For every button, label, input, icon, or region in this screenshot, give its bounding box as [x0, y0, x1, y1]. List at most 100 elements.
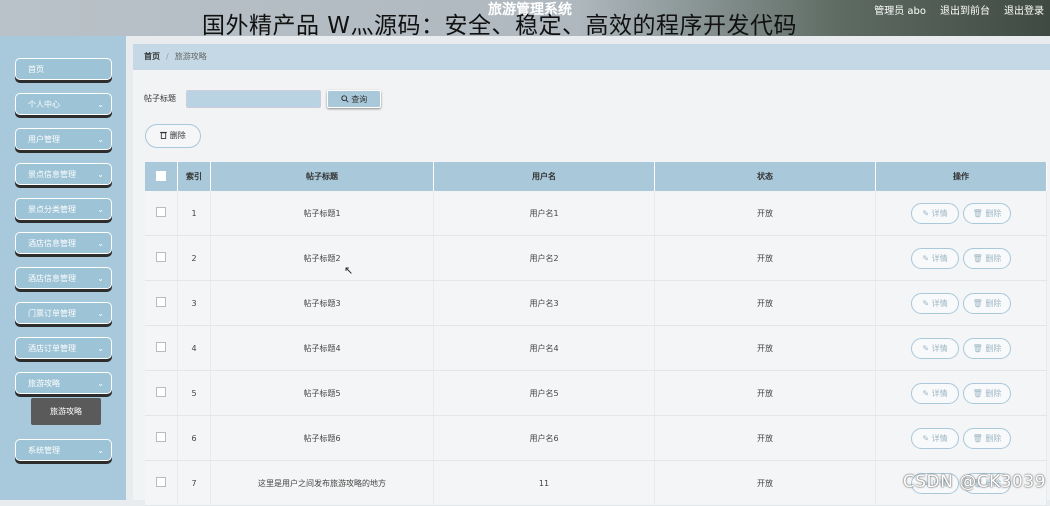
row-delete-button[interactable]: 🗑 删除 — [963, 292, 1011, 314]
batch-delete-label: 删除 — [169, 131, 186, 140]
row-index: 6 — [177, 415, 211, 461]
sidebar-item-0[interactable]: 首页 — [15, 58, 112, 80]
row-delete-button[interactable]: 🗑 删除 — [963, 337, 1011, 359]
row-actions: ✎ 详情 🗑 删除 — [875, 370, 1047, 416]
sidebar-item-2[interactable]: 用户管理 ⌄ — [15, 128, 112, 150]
row-delete-button[interactable]: 🗑 删除 — [963, 247, 1011, 269]
row-detail-button[interactable]: ✎ 详情 — [911, 427, 959, 449]
table-row: 2 帖子标题2 用户名2 开放 ✎ 详情 🗑 删除 — [145, 235, 1047, 281]
row-checkbox[interactable] — [156, 432, 166, 442]
trash-icon — [160, 131, 168, 139]
chevron-down-icon: ⌄ — [97, 239, 104, 248]
row-detail-button[interactable]: ✎ 详情 — [911, 382, 959, 404]
search-label: 帖子标题 — [144, 94, 176, 103]
sidebar-item-label: 酒店信息管理 — [28, 239, 76, 248]
row-detail-button[interactable]: ✎ 详情 — [911, 337, 959, 359]
row-username: 用户名5 — [433, 370, 655, 416]
chevron-down-icon: ⌄ — [97, 274, 104, 283]
trash-icon: 🗑 — [972, 433, 986, 443]
row-title: 帖子标题4 — [210, 325, 434, 371]
row-delete-button[interactable]: 🗑 删除 — [963, 382, 1011, 404]
row-detail-button[interactable]: ✎ 详情 — [911, 247, 959, 269]
row-checkbox[interactable] — [156, 207, 166, 217]
sidebar-item-label: 旅游攻略 — [28, 379, 60, 388]
edit-icon: ✎ — [922, 433, 932, 443]
row-username: 11 — [433, 460, 655, 506]
sidebar-subitem-travel-guide[interactable]: 旅游攻略 — [31, 398, 101, 425]
row-checkbox[interactable] — [156, 342, 166, 352]
search-button[interactable]: 查询 — [327, 90, 381, 108]
row-status: 开放 — [654, 460, 876, 506]
edit-icon: ✎ — [922, 208, 932, 218]
trash-icon: 🗑 — [972, 253, 986, 263]
row-delete-button[interactable]: 🗑 删除 — [963, 202, 1011, 224]
sidebar-item-4[interactable]: 景点分类管理 ⌄ — [15, 198, 112, 220]
top-links: 管理员 abo 退出到前台 退出登录 — [874, 2, 1044, 17]
breadcrumb-current: 旅游攻略 — [174, 52, 207, 61]
row-checkbox[interactable] — [156, 252, 166, 262]
select-all-checkbox[interactable] — [156, 170, 166, 181]
row-status: 开放 — [654, 280, 876, 326]
detail-label: 详情 — [931, 208, 948, 218]
col-username: 用户名 — [433, 162, 655, 191]
row-title: 这里是用户之间发布旅游攻略的地方 — [210, 460, 434, 506]
delete-label: 删除 — [985, 343, 1002, 353]
row-index: 2 — [177, 235, 211, 281]
breadcrumb: 首页 / 旅游攻略 — [133, 44, 1050, 70]
row-actions: ✎ 详情 🗑 删除 — [875, 415, 1047, 461]
sidebar-item-10[interactable]: 系统管理 ⌄ — [15, 439, 112, 461]
detail-label: 详情 — [931, 433, 948, 443]
trash-icon: 🗑 — [972, 343, 986, 353]
table-row: 1 帖子标题1 用户名1 开放 ✎ 详情 🗑 删除 — [145, 191, 1047, 236]
row-username: 用户名1 — [433, 191, 655, 236]
trash-icon: 🗑 — [972, 208, 986, 218]
edit-icon: ✎ — [922, 343, 932, 353]
row-status: 开放 — [654, 191, 876, 236]
delete-label: 删除 — [985, 433, 1002, 443]
sidebar-item-6[interactable]: 酒店信息管理 ⌄ — [15, 267, 112, 289]
sidebar-item-label: 景点分类管理 — [28, 205, 76, 214]
watermark: CSDN @CK3039 — [902, 472, 1046, 492]
detail-label: 详情 — [931, 388, 948, 398]
select-all-cell — [145, 162, 178, 191]
row-detail-button[interactable]: ✎ 详情 — [911, 292, 959, 314]
row-username: 用户名4 — [433, 325, 655, 371]
search-input[interactable] — [186, 90, 321, 108]
breadcrumb-home[interactable]: 首页 — [144, 52, 160, 61]
chevron-down-icon: ⌄ — [97, 309, 104, 318]
row-index: 5 — [177, 370, 211, 416]
row-status: 开放 — [654, 325, 876, 371]
row-delete-button[interactable]: 🗑 删除 — [963, 427, 1011, 449]
row-detail-button[interactable]: ✎ 详情 — [911, 202, 959, 224]
sidebar-item-label: 首页 — [28, 65, 44, 74]
row-select-cell — [145, 280, 178, 326]
sidebar-item-label: 用户管理 — [28, 135, 60, 144]
logout-link[interactable]: 退出登录 — [1004, 2, 1044, 17]
row-checkbox[interactable] — [156, 477, 166, 487]
col-status: 状态 — [654, 162, 876, 191]
chevron-down-icon: ⌄ — [97, 100, 104, 109]
col-title: 帖子标题 — [210, 162, 434, 191]
sidebar-item-1[interactable]: 个人中心 ⌄ — [15, 93, 112, 115]
sidebar-item-8[interactable]: 酒店订单管理 ⌄ — [15, 337, 112, 359]
batch-delete-button[interactable]: 删除 — [145, 124, 201, 148]
overlay-caption: 国外精产品 W灬源码：安全、稳定、高效的程序开发代码 — [202, 13, 798, 39]
exit-to-front-link[interactable]: 退出到前台 — [940, 2, 990, 17]
row-checkbox[interactable] — [156, 297, 166, 307]
sidebar-item-5[interactable]: 酒店信息管理 ⌄ — [15, 232, 112, 254]
row-actions: ✎ 详情 🗑 删除 — [875, 280, 1047, 326]
chevron-down-icon: ⌄ — [97, 135, 104, 144]
row-index: 1 — [177, 191, 211, 236]
table-row: 3 帖子标题3 用户名3 开放 ✎ 详情 🗑 删除 — [145, 280, 1047, 326]
edit-icon: ✎ — [922, 388, 932, 398]
sidebar-item-label: 景点信息管理 — [28, 170, 76, 179]
sidebar-item-9[interactable]: 旅游攻略 ⌄ — [15, 372, 112, 394]
admin-user-link[interactable]: 管理员 abo — [874, 2, 926, 17]
table-row: 5 帖子标题5 用户名5 开放 ✎ 详情 🗑 删除 — [145, 370, 1047, 416]
row-status: 开放 — [654, 235, 876, 281]
row-checkbox[interactable] — [156, 387, 166, 397]
delete-label: 删除 — [985, 388, 1002, 398]
col-index: 索引 — [177, 162, 211, 191]
sidebar-item-7[interactable]: 门票订单管理 ⌄ — [15, 302, 112, 324]
sidebar-item-3[interactable]: 景点信息管理 ⌄ — [15, 163, 112, 185]
